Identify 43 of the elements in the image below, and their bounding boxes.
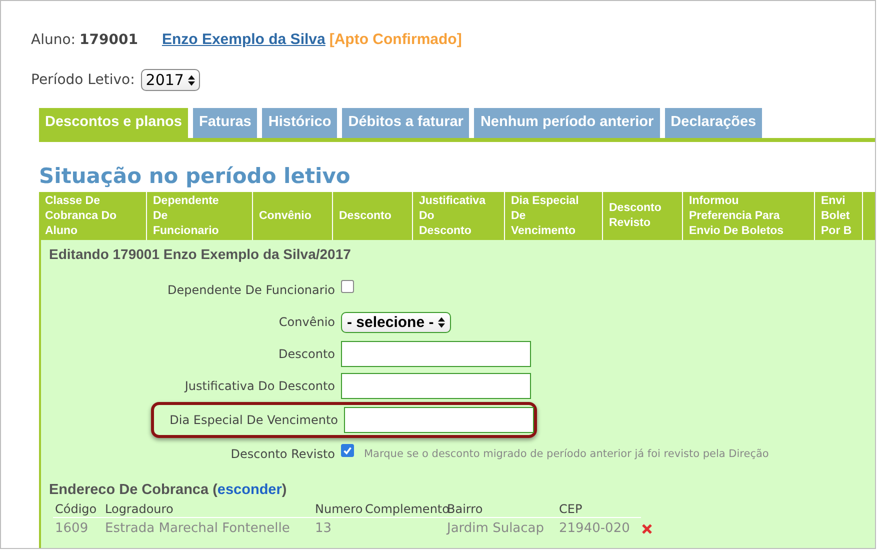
section-title: Situação no período letivo <box>39 164 352 188</box>
address-column-header: CEP <box>558 501 584 517</box>
address-column-header: Bairro <box>447 501 484 517</box>
input-field[interactable] <box>341 341 531 367</box>
period-label: Período Letivo: <box>31 72 135 88</box>
stepper-arrows-icon <box>438 316 445 328</box>
field-label: Desconto Revisto <box>230 447 336 461</box>
field-label: Dia Especial De Vencimento <box>168 413 339 427</box>
student-status: [Apto Confirmado] <box>329 31 462 48</box>
tab[interactable]: Faturas <box>192 108 258 138</box>
dropdown[interactable]: - selecione - <box>341 312 451 332</box>
closing-parenthesis: ) <box>282 482 287 498</box>
input-field[interactable] <box>341 373 531 399</box>
tab[interactable]: Declarações <box>664 108 762 138</box>
tab[interactable]: Histórico <box>262 108 338 138</box>
table-cell-text: 13 <box>314 520 333 537</box>
checkbox[interactable] <box>341 280 354 293</box>
field-label: Dependente De Funcionario <box>166 283 336 297</box>
input-field[interactable] <box>344 407 534 433</box>
field-label: Convênio <box>278 315 336 329</box>
table-cell-text: Estrada Marechal Fontenelle <box>104 520 291 537</box>
stepper-arrows-icon <box>188 74 195 86</box>
address-column-header: Logradouro <box>104 501 174 517</box>
tab[interactable]: Nenhum período anterior <box>474 108 660 138</box>
tab[interactable]: Débitos a faturar <box>342 108 470 138</box>
student-id: 179001 <box>80 32 138 48</box>
delete-icon[interactable] <box>641 522 653 534</box>
address-column-header: Código <box>54 501 98 517</box>
hide-link[interactable]: esconder <box>217 482 282 498</box>
checkbox[interactable] <box>341 444 354 457</box>
table-cell-text: Jardim Sulacap <box>445 520 546 537</box>
field-hint: Marque se o desconto migrado de período anterior já foi revisto pela Direção <box>364 448 769 460</box>
field-label: Desconto <box>278 347 336 361</box>
student-label: Aluno: <box>31 32 76 48</box>
tab[interactable]: Descontos e planos <box>39 108 188 138</box>
table-cell-text: 1609 <box>54 520 90 537</box>
table-cell-text: 21940-020 <box>558 520 631 537</box>
address-column-header: Numero <box>314 501 363 517</box>
edit-title: Editando 179001 Enzo Exemplo da Silva/2017 <box>49 246 352 262</box>
period-select[interactable]: 2017 <box>140 69 200 91</box>
student-name-link[interactable]: Enzo Exemplo da Silva <box>162 31 326 48</box>
address-title: Endereco De Cobranca ( <box>49 482 218 498</box>
field-label: Justificativa Do Desconto <box>183 379 336 393</box>
